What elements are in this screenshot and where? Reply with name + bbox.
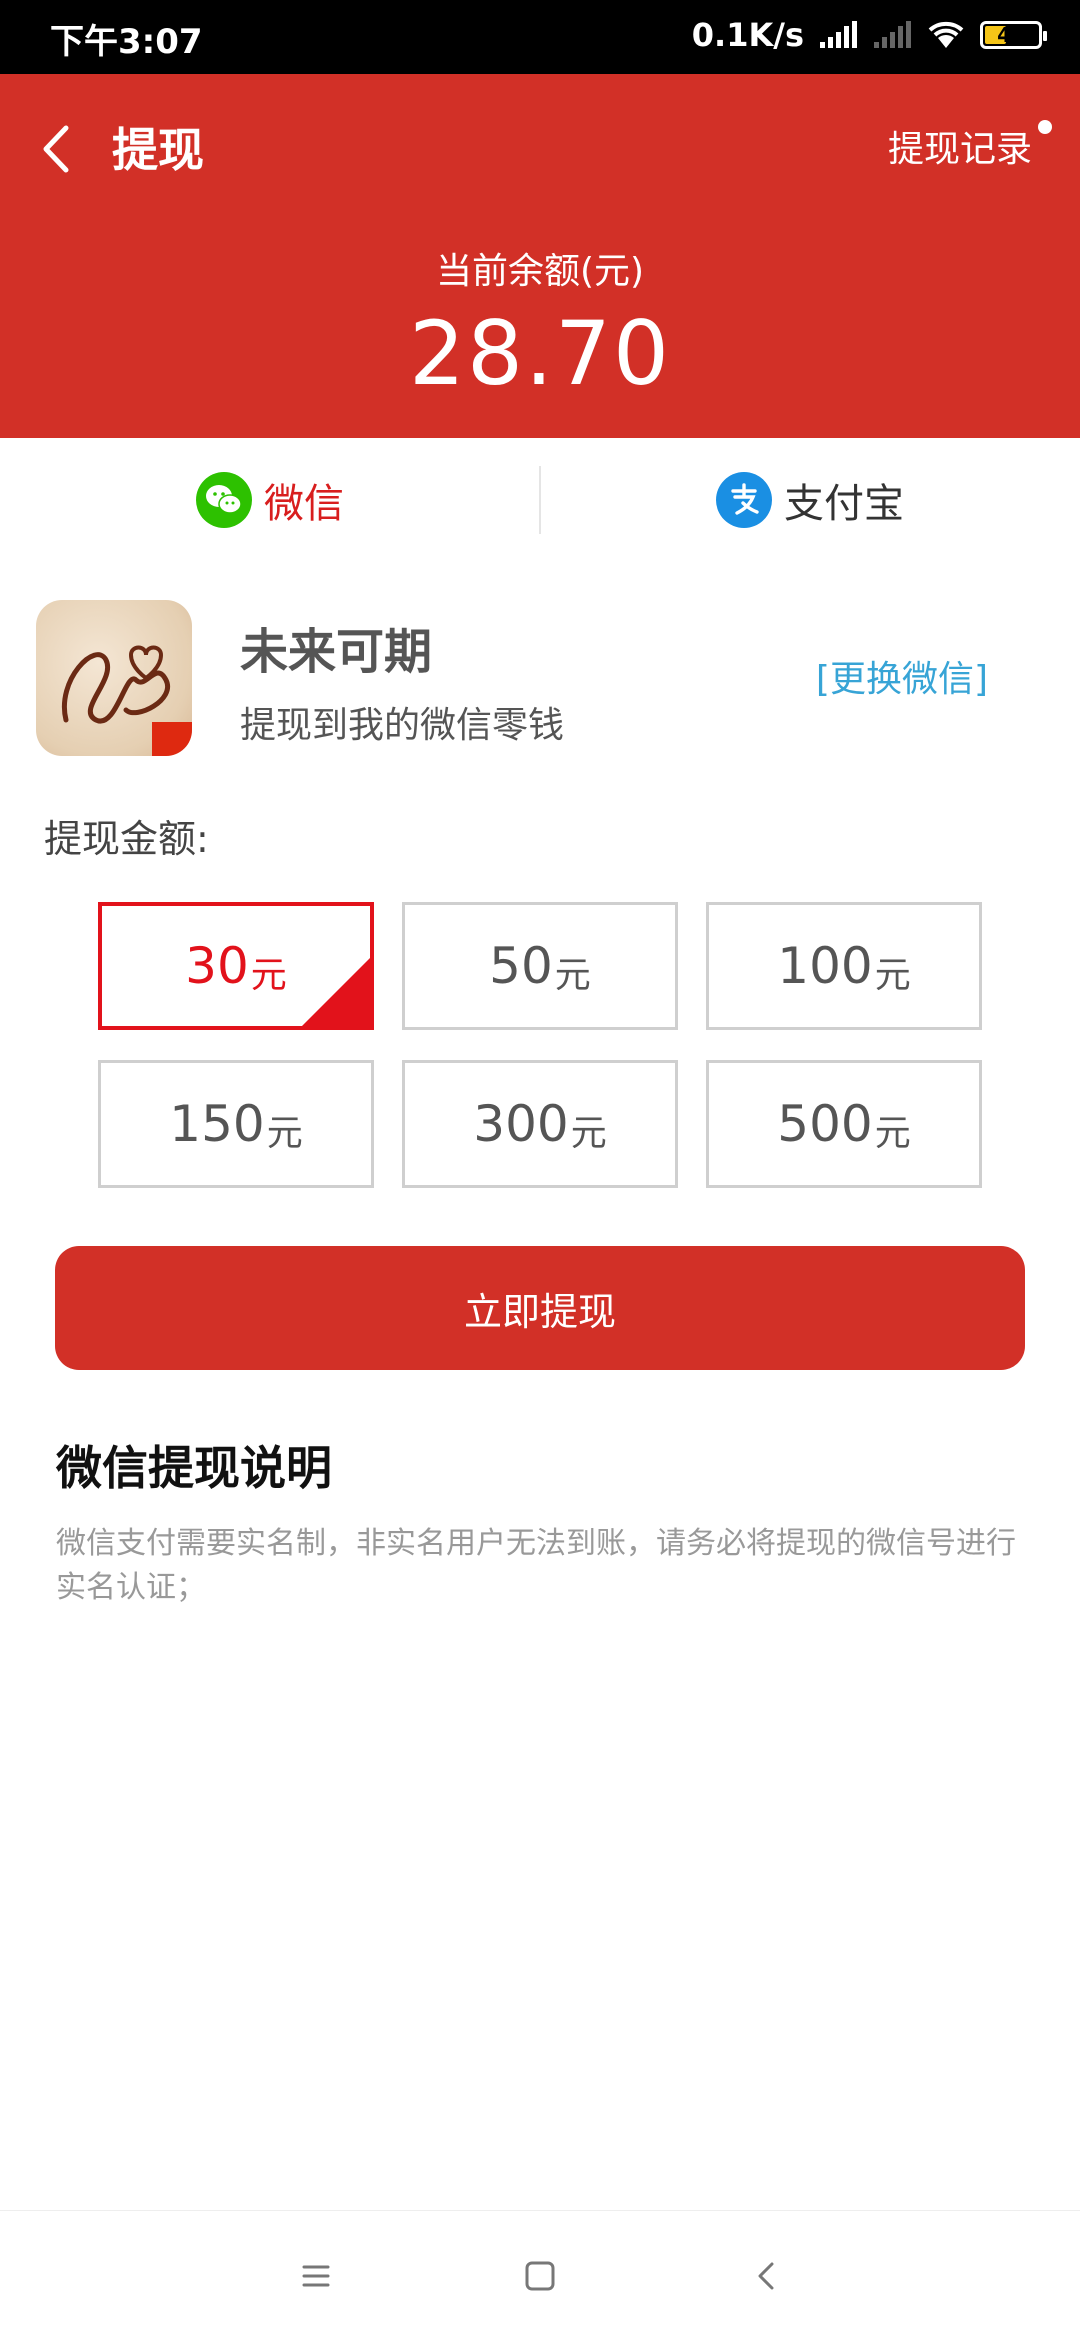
home-icon[interactable] (515, 2251, 565, 2301)
battery-icon: 40 (980, 21, 1047, 49)
notes-text: 微信支付需要实名制，非实名用户无法到账，请务必将提现的微信号进行实名认证； (56, 1526, 1016, 1605)
back-arrow-icon[interactable] (30, 114, 86, 184)
amount-value: 30 (185, 937, 249, 995)
amount-unit: 元 (874, 1113, 911, 1154)
amount-option-500[interactable]: 500 元 (706, 1060, 982, 1188)
menu-icon[interactable] (291, 2251, 341, 2301)
page-title: 提现 (112, 123, 204, 177)
withdraw-now-button[interactable]: 立即提现 (55, 1246, 1025, 1370)
alipay-icon (716, 472, 772, 528)
change-wechat-link[interactable]: [更换微信] (816, 650, 988, 702)
notification-dot (1038, 120, 1052, 134)
selected-corner-mark (300, 956, 370, 1026)
status-icons: 0.1K/s 40 (691, 16, 1047, 54)
tab-wechat-label: 微信 (264, 481, 344, 527)
tab-wechat[interactable]: 微信 (0, 438, 540, 562)
amount-option-100[interactable]: 100 元 (706, 902, 982, 1030)
amount-option-50[interactable]: 50 元 (402, 902, 678, 1030)
amount-unit: 元 (266, 1113, 303, 1154)
flag-badge-icon (152, 722, 192, 756)
withdraw-record-link[interactable]: 提现记录 (888, 120, 1032, 172)
amount-value: 500 (777, 1095, 873, 1153)
account-name: 未来可期 (240, 624, 433, 680)
amount-option-150[interactable]: 150 元 (98, 1060, 374, 1188)
balance-value: 28.70 (409, 302, 671, 405)
avatar (36, 600, 192, 756)
signal-icon-secondary (874, 21, 911, 48)
battery-level: 40 (997, 23, 1025, 47)
system-nav-bar (0, 2210, 1080, 2341)
status-bar: 下午3:07 0.1K/s 40 (0, 0, 1080, 74)
amount-value: 100 (777, 937, 873, 995)
amount-value: 150 (169, 1095, 265, 1153)
tab-alipay-label: 支付宝 (784, 481, 904, 527)
account-info: 未来可期 提现到我的微信零钱 [更换微信] (0, 590, 1080, 760)
net-speed: 0.1K/s (691, 16, 804, 54)
tab-alipay[interactable]: 支付宝 (540, 438, 1080, 562)
balance-label: 当前余额(元) (435, 251, 645, 292)
signal-icon (820, 21, 857, 48)
amount-section-title: 提现金额: (44, 817, 209, 861)
amount-value: 50 (489, 937, 553, 995)
notes-title: 微信提现说明 (56, 1441, 332, 1495)
amount-unit: 元 (250, 955, 287, 996)
account-description: 提现到我的微信零钱 (240, 705, 565, 746)
amount-option-30[interactable]: 30 元 (98, 902, 374, 1030)
wifi-icon (928, 21, 964, 48)
payout-method-tabs: 微信 支付宝 (0, 438, 1080, 562)
amount-unit: 元 (554, 955, 591, 996)
amount-unit: 元 (874, 955, 911, 996)
amount-option-300[interactable]: 300 元 (402, 1060, 678, 1188)
back-icon[interactable] (743, 2251, 793, 2301)
tab-divider (539, 466, 541, 534)
header: 提现 提现记录 当前余额(元) 28.70 (0, 74, 1080, 438)
amount-value: 300 (473, 1095, 569, 1153)
amount-unit: 元 (570, 1113, 607, 1154)
status-time: 下午3:07 (50, 22, 203, 62)
wechat-icon (196, 472, 252, 528)
